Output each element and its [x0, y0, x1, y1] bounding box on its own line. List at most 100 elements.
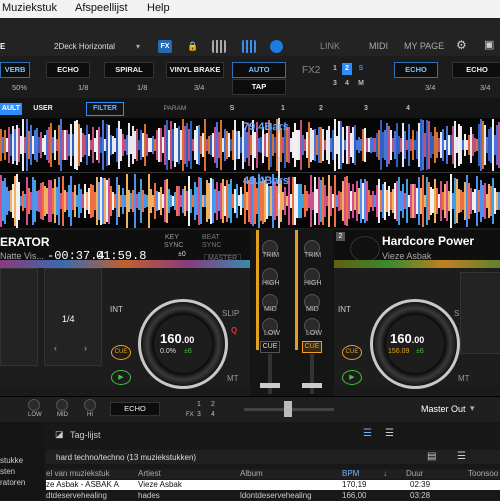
deck1-fader-cap[interactable] [260, 383, 280, 388]
chevron-down-icon[interactable]: ▾ [470, 403, 475, 414]
loop-size[interactable]: 1/4 [62, 314, 75, 324]
table-row[interactable]: ze Asbak - ASBAK A Vieze Asbak 170,19 02… [46, 480, 500, 490]
fx2-slot-1[interactable]: ECHO [394, 62, 438, 78]
fx2-s-button[interactable]: S [356, 63, 366, 75]
col-title[interactable]: el van muziekstuk [46, 469, 110, 478]
menu-item-playlist[interactable]: Afspeellijst [75, 2, 128, 14]
waveform-area[interactable]: 79.4Bars 49.4Bars [0, 118, 500, 228]
lock-icon[interactable]: 🔒 [186, 40, 200, 53]
lower-num-3[interactable]: 3 [194, 409, 204, 421]
deck1-pitch-range[interactable]: ±6 [184, 348, 192, 355]
col-bpm[interactable]: BPM [342, 469, 359, 478]
fx-auto-button[interactable]: AUTO [232, 62, 286, 78]
menu-item-track[interactable]: Muziekstuk [2, 2, 57, 14]
chevron-down-icon[interactable]: ▾ [136, 40, 140, 53]
pad-s-button[interactable]: S [227, 103, 237, 115]
grid-icon[interactable] [212, 40, 226, 53]
deck2-cue-button[interactable]: CUE [342, 345, 362, 360]
filter-hi-knob[interactable] [84, 399, 96, 411]
filter-low-knob[interactable] [28, 399, 40, 411]
deck2-fader-cap[interactable] [302, 383, 322, 388]
list-view-icon[interactable]: ☰ [363, 428, 372, 439]
deck1-channel-fader[interactable] [268, 354, 272, 394]
deck2-int-label[interactable]: INT [338, 305, 351, 314]
pad-num-2[interactable]: 2 [316, 103, 326, 115]
loop-next-icon[interactable]: › [84, 343, 87, 353]
crossfader-handle[interactable] [284, 401, 292, 417]
fx2-num-1[interactable]: 1 [330, 63, 340, 75]
fx2-m-button[interactable]: M [356, 78, 366, 90]
midi-button[interactable]: MIDI [369, 40, 388, 53]
fx2-slot-2[interactable]: ECHO [452, 62, 500, 78]
lower-fx-select[interactable]: ECHO [110, 402, 160, 416]
gear-icon[interactable]: ⚙ [456, 39, 467, 52]
fx-button[interactable]: FX [158, 40, 172, 53]
detail-view-icon[interactable]: ☰ [385, 428, 394, 439]
layout-select[interactable]: 2Deck Horizontal [54, 40, 115, 53]
deck1-quantize[interactable]: Q [231, 326, 237, 335]
pad-num-3[interactable]: 3 [361, 103, 371, 115]
deck2-play-button[interactable]: ▶ [342, 370, 362, 385]
mypage-button[interactable]: MY PAGE [404, 40, 444, 53]
col-artist[interactable]: Artiest [138, 469, 161, 478]
record-icon[interactable] [270, 40, 283, 53]
tag-list-label[interactable]: Tag-lijst [70, 430, 101, 440]
col-duration[interactable]: Duur [406, 469, 423, 478]
sidebar-item-2[interactable]: sten [0, 467, 15, 476]
user-tab[interactable]: USER [28, 103, 58, 115]
filter-mid-knob[interactable] [56, 399, 68, 411]
fx1-slot-1[interactable]: VERB [0, 62, 30, 78]
fx2-num-2[interactable]: 2 [342, 63, 352, 75]
pad-num-1[interactable]: 1 [278, 103, 288, 115]
deck1-int-label[interactable]: INT [110, 305, 123, 314]
deck2-pad-column[interactable] [460, 272, 500, 354]
deck2-overview-wave[interactable] [334, 260, 500, 268]
artwork-view-icon[interactable]: ▤ [427, 451, 436, 462]
deck2-channel-fader[interactable] [310, 354, 314, 394]
lower-num-4[interactable]: 4 [208, 409, 218, 421]
deck1-cue-button[interactable]: CUE [111, 345, 131, 360]
deck1-mt-button[interactable]: MT [227, 374, 239, 383]
fx2-beat-1: 3/4 [425, 83, 436, 92]
sidebar-item-1[interactable]: stukke [0, 456, 23, 465]
sort-arrow-icon[interactable]: ↓ [383, 469, 387, 478]
col-key[interactable]: Toonsoo [468, 469, 498, 478]
row-duration: 03:28 [410, 491, 431, 500]
fx1-slot-4[interactable]: VINYL BRAKE [166, 62, 224, 78]
deck2-mt-button[interactable]: MT [458, 374, 470, 383]
beat-sync-button[interactable]: SYNC [202, 242, 221, 249]
deck2-pitch: 156.09 [388, 348, 410, 355]
menu-item-help[interactable]: Help [147, 2, 170, 14]
deck1-headphone-cue[interactable]: CUE [260, 341, 280, 353]
deck2-level-meter [295, 230, 298, 350]
mid-label-left: MID [264, 306, 277, 313]
deck2-headphone-cue[interactable]: CUE [302, 341, 322, 353]
vault-tab[interactable]: AULT [0, 103, 22, 115]
key-value[interactable]: ±0 [178, 251, 186, 258]
filter-button[interactable]: FILTER [86, 102, 124, 116]
layout-icon[interactable]: ▣ [484, 39, 494, 52]
link-button[interactable]: LINK [320, 40, 340, 53]
deck1-title: ERATOR [0, 235, 50, 249]
param-label: PARAM [163, 105, 187, 112]
list-mode-icon[interactable]: ☰ [457, 451, 466, 462]
pad-num-4[interactable]: 4 [403, 103, 413, 115]
deck1-overview-wave[interactable] [0, 260, 250, 268]
fx2-num-4[interactable]: 4 [342, 78, 352, 90]
sidebar-item-3[interactable]: ratoren [0, 478, 25, 487]
master-out-select[interactable]: Master Out [421, 404, 466, 414]
fx-tap-button[interactable]: TAP [232, 79, 286, 95]
deck1-play-button[interactable]: ▶ [111, 370, 131, 385]
col-album[interactable]: Album [240, 469, 263, 478]
deck2-pitch-range[interactable]: ±6 [416, 348, 424, 355]
fx2-num-3[interactable]: 3 [330, 78, 340, 90]
deck1-pad-column[interactable] [0, 268, 38, 366]
fx1-slot-3[interactable]: SPIRAL [104, 62, 154, 78]
toolbar-edge-icon[interactable]: E [0, 40, 5, 53]
loop-prev-icon[interactable]: ‹ [54, 343, 57, 353]
tag-icon[interactable]: ◪ [55, 429, 64, 440]
deck1-slip-button[interactable]: SLIP [222, 309, 239, 318]
fx1-slot-2[interactable]: ECHO [46, 62, 90, 78]
mixer-icon[interactable] [242, 40, 256, 53]
row-artist: Vieze Asbak [138, 480, 182, 489]
